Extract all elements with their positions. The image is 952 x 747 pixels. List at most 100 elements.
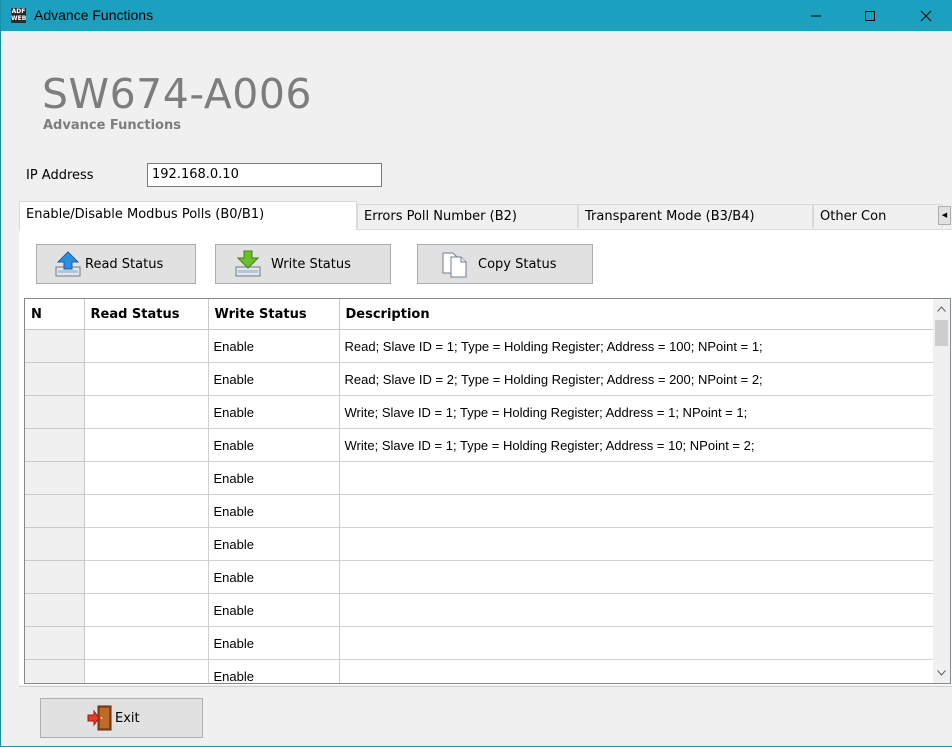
column-header-read-status[interactable]: Read Status xyxy=(84,299,209,330)
read-status-cell[interactable] xyxy=(84,626,209,660)
write-status-cell[interactable]: Enable xyxy=(208,428,340,462)
page-subtitle: Advance Functions xyxy=(43,118,181,133)
row-header-cell[interactable] xyxy=(25,527,85,561)
write-status-cell[interactable]: Enable xyxy=(208,560,340,594)
column-header-n[interactable]: N xyxy=(25,299,85,330)
read-status-cell[interactable] xyxy=(84,362,209,396)
table-vertical-scrollbar[interactable] xyxy=(933,299,950,683)
description-cell[interactable] xyxy=(339,626,936,660)
write-status-label: Write Status xyxy=(271,256,351,272)
write-status-button[interactable]: Write Status xyxy=(215,244,391,284)
row-header-cell[interactable] xyxy=(25,593,85,627)
copy-status-icon xyxy=(438,249,472,279)
description-cell[interactable] xyxy=(339,593,936,627)
maximize-button[interactable] xyxy=(847,0,893,31)
row-header-cell[interactable] xyxy=(25,494,85,528)
ip-address-label: IP Address xyxy=(26,168,94,183)
ip-address-input[interactable]: 192.168.0.10 xyxy=(147,163,382,187)
row-header-cell[interactable] xyxy=(25,560,85,594)
description-cell[interactable] xyxy=(339,527,936,561)
table-row[interactable]: Enable xyxy=(25,626,936,660)
column-header-write-status[interactable]: Write Status xyxy=(208,299,340,330)
description-cell[interactable] xyxy=(339,560,936,594)
table-row[interactable]: Enable xyxy=(25,527,936,561)
write-status-cell[interactable]: Enable xyxy=(208,329,340,363)
tab-scroll-buttons: ◀ ▶ xyxy=(938,206,952,225)
tab-other-config[interactable]: Other Con xyxy=(813,204,943,228)
column-header-description[interactable]: Description xyxy=(339,299,936,330)
table-row[interactable]: Enable Write; Slave ID = 1; Type = Holdin… xyxy=(25,395,936,429)
write-status-cell[interactable]: Enable xyxy=(208,626,340,660)
description-cell[interactable]: Write; Slave ID = 1; Type = Holding Regi… xyxy=(339,428,936,462)
read-status-cell[interactable] xyxy=(84,593,209,627)
tab-scroll-left-icon[interactable]: ◀ xyxy=(938,206,951,225)
description-cell[interactable]: Read; Slave ID = 1; Type = Holding Regis… xyxy=(339,329,936,363)
table-row[interactable]: Enable Read; Slave ID = 2; Type = Holding… xyxy=(25,362,936,396)
description-cell[interactable] xyxy=(339,461,936,495)
copy-status-label: Copy Status xyxy=(478,256,557,272)
app-logo-icon: ADF WEB xyxy=(11,8,27,23)
write-status-cell[interactable]: Enable xyxy=(208,461,340,495)
description-cell[interactable]: Write; Slave ID = 1; Type = Holding Regi… xyxy=(339,395,936,429)
read-status-cell[interactable] xyxy=(84,494,209,528)
table-row[interactable]: Enable Write; Slave ID = 1; Type = Holdin… xyxy=(25,428,936,462)
table-row[interactable]: Enable xyxy=(25,494,936,528)
description-cell[interactable] xyxy=(339,659,936,683)
read-status-icon xyxy=(51,249,85,279)
footer-divider xyxy=(19,686,952,687)
write-status-cell[interactable]: Enable xyxy=(208,395,340,429)
window-title: Advance Functions xyxy=(34,7,154,23)
read-status-cell[interactable] xyxy=(84,329,209,363)
tab-strip: Enable/Disable Modbus Polls (B0/B1) Erro… xyxy=(19,201,952,230)
tab-errors-poll-number[interactable]: Errors Poll Number (B2) xyxy=(357,204,578,228)
write-status-cell[interactable]: Enable xyxy=(208,659,340,683)
read-status-cell[interactable] xyxy=(84,659,209,683)
row-header-cell[interactable] xyxy=(25,362,85,396)
copy-status-button[interactable]: Copy Status xyxy=(417,244,593,284)
maximize-icon xyxy=(865,10,875,21)
exit-label: Exit xyxy=(115,710,140,726)
write-status-cell[interactable]: Enable xyxy=(208,494,340,528)
tab-enable-disable-polls[interactable]: Enable/Disable Modbus Polls (B0/B1) xyxy=(19,201,357,230)
row-header-cell[interactable] xyxy=(25,428,85,462)
polls-table-grid: N Read Status Write Status Description E… xyxy=(25,299,936,683)
advance-functions-window: ADF WEB Advance Functions SW674-A006 Adva… xyxy=(0,0,952,747)
table-row[interactable]: Enable xyxy=(25,461,936,495)
title-bar[interactable]: ADF WEB Advance Functions xyxy=(1,0,952,31)
table-row[interactable]: Enable Read; Slave ID = 1; Type = Holding… xyxy=(25,329,936,363)
minimize-icon xyxy=(811,15,821,16)
write-status-cell[interactable]: Enable xyxy=(208,362,340,396)
read-status-cell[interactable] xyxy=(84,560,209,594)
write-status-icon xyxy=(231,249,265,279)
row-header-cell[interactable] xyxy=(25,626,85,660)
scroll-up-icon[interactable] xyxy=(933,301,950,317)
exit-door-icon xyxy=(85,704,115,732)
minimize-button[interactable] xyxy=(793,0,839,31)
description-cell[interactable]: Read; Slave ID = 2; Type = Holding Regis… xyxy=(339,362,936,396)
exit-button[interactable]: Exit xyxy=(40,698,203,738)
description-cell[interactable] xyxy=(339,494,936,528)
row-header-cell[interactable] xyxy=(25,329,85,363)
read-status-cell[interactable] xyxy=(84,527,209,561)
write-status-cell[interactable]: Enable xyxy=(208,527,340,561)
read-status-cell[interactable] xyxy=(84,428,209,462)
row-header-cell[interactable] xyxy=(25,461,85,495)
table-row[interactable]: Enable xyxy=(25,593,936,627)
write-status-cell[interactable]: Enable xyxy=(208,593,340,627)
close-button[interactable] xyxy=(903,0,949,31)
scroll-thumb[interactable] xyxy=(935,320,948,346)
table-row[interactable]: Enable xyxy=(25,560,936,594)
table-header-row: N Read Status Write Status Description xyxy=(25,299,936,330)
row-header-cell[interactable] xyxy=(25,659,85,683)
page-title: SW674-A006 xyxy=(42,70,313,118)
close-icon xyxy=(920,10,932,21)
scroll-down-icon[interactable] xyxy=(933,665,950,681)
read-status-button[interactable]: Read Status xyxy=(36,244,196,284)
tab-panel: Read Status Write Status Copy Status N R… xyxy=(19,229,952,685)
read-status-cell[interactable] xyxy=(84,395,209,429)
tab-transparent-mode[interactable]: Transparent Mode (B3/B4) xyxy=(578,204,813,228)
row-header-cell[interactable] xyxy=(25,395,85,429)
read-status-label: Read Status xyxy=(85,256,164,272)
read-status-cell[interactable] xyxy=(84,461,209,495)
table-row[interactable]: Enable xyxy=(25,659,936,683)
